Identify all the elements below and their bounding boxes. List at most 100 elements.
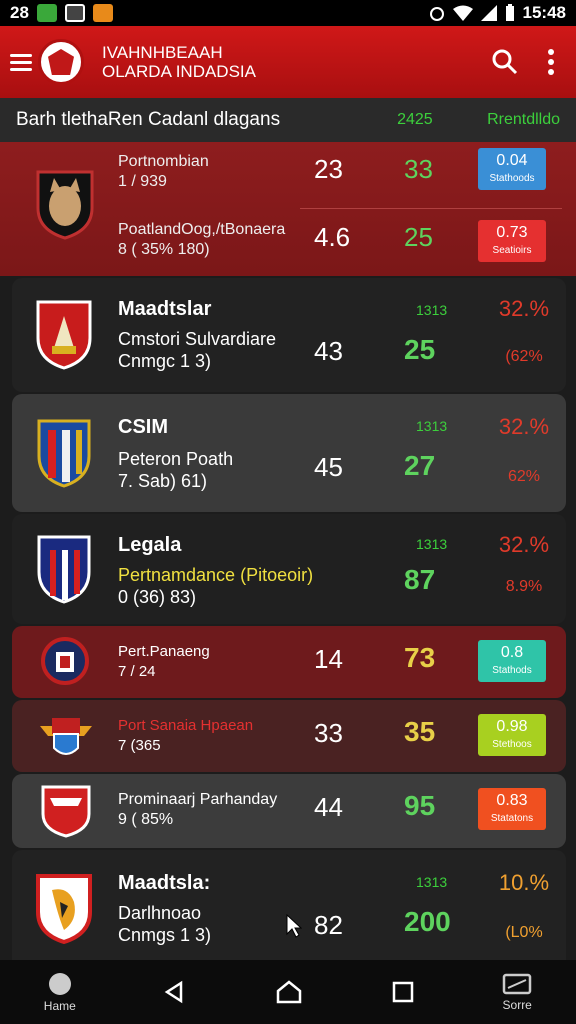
home-icon[interactable] [275,979,303,1005]
badge-label: Stethoos [492,739,532,750]
section-header: Barh tlethaRen Cadanl dlagans 2425 Rrent… [0,98,576,142]
team-name: Port Sanaia Hpaean [118,717,254,734]
percentage-sub: (L0% [505,924,543,941]
percentage: 32.% [498,532,550,557]
badge-label: Stathoods [489,173,535,184]
score-primary: 14 [314,644,343,674]
score-primary: 45 [314,452,343,482]
score-secondary: 25 [404,334,436,365]
recent-apps-icon[interactable] [391,980,415,1004]
score-secondary: 25 [404,222,433,252]
app-notification-icon [36,4,57,22]
featured-block[interactable]: Portnombian 1 / 939 23 33 0.04 Stathoods… [0,142,576,276]
app-bar: IVAHNHBEAAH OLARDA INDADSIA [0,26,576,98]
signal-icon [480,5,497,21]
badge-value: 0.98 [496,718,528,735]
score-secondary: 33 [404,154,433,184]
eagle-shield-icon [34,872,94,944]
small-stat: 1313 [416,874,448,890]
score-primary: 82 [314,910,343,940]
team-record: 0 (36) 83) [118,587,197,607]
team-name: Pert.Panaeng [118,643,210,660]
home-ball-icon [48,973,71,995]
blue-red-shield-icon [36,534,92,604]
badge-value: 0.83 [496,792,528,809]
score-secondary: 87 [404,564,436,595]
team-record: 8 ( 35% 180) [118,241,210,258]
percentage: 32.% [498,296,550,321]
back-icon[interactable] [163,980,187,1004]
badge-label: Statatons [490,813,534,824]
stat-badge[interactable]: 0.73 Seatioirs [478,220,546,262]
team-record: Cnmgc 1 3) [118,351,212,371]
percentage-sub: 62% [507,468,541,485]
score-primary: 44 [314,792,343,822]
score-primary: 43 [314,336,343,366]
more-options-icon[interactable] [548,49,554,75]
percentage-sub: (62% [505,348,543,365]
status-time-right: 15:48 [522,3,566,22]
team-name: PoatlandOog,/tBonaera [118,221,286,238]
small-stat: 1313 [416,418,448,434]
team-venue: Cmstori Sulvardiare [118,329,277,349]
small-stat: 1313 [416,302,448,318]
badge-value: 0.04 [496,152,528,169]
section-title: Barh tlethaRen Cadanl dlagans [16,109,281,130]
match-row[interactable]: Prominaarj Parhanday 9 ( 85% 44 95 0.83 … [12,774,566,848]
app-title-line2: OLARDA INDADSIA [102,62,256,81]
nav-score-label: Sorre [502,998,532,1012]
column-header-results: Rrentdlldo [487,111,560,128]
team-card[interactable]: Legala Pertnamdance (Pitoeoir) 0 (36) 83… [12,514,566,624]
score-secondary: 27 [404,450,436,481]
badge-label: Stathods [492,665,532,676]
team-card[interactable]: Maadtslar Cmstori Sulvardiare Cnmgc 1 3)… [12,278,566,392]
stat-badge[interactable]: 0.83 Statatons [478,788,546,830]
team-record: 7. Sab) 61) [118,471,208,491]
score-secondary: 73 [404,642,436,673]
team-record: 7 / 24 [118,663,156,680]
alarm-icon [429,7,444,21]
badge-label: Seatioirs [492,245,532,256]
score-secondary: 95 [404,790,436,821]
featured-row-2[interactable]: PoatlandOog,/tBonaera 8 ( 35% 180) 4.6 2… [0,216,576,278]
status-time-left: 28 [10,3,29,22]
search-icon[interactable] [492,49,518,75]
team-venue: Peteron Poath [118,449,234,469]
percentage: 10.% [498,870,550,895]
team-record: Cnmgs 1 3) [118,925,212,945]
stat-badge[interactable]: 0.8 Stathods [478,640,546,682]
menu-icon[interactable] [10,53,32,71]
scoreboard-icon [502,973,532,995]
battery-icon [505,4,514,21]
team-record: 9 ( 85% [118,811,174,828]
app-notification-icon-2 [92,4,113,22]
featured-row-1[interactable]: Portnombian 1 / 939 23 33 0.04 Stathoods [0,148,576,212]
wifi-icon [452,5,473,21]
app-logo [38,39,84,85]
match-row[interactable]: Port Sanaia Hpaean 7 (365 33 35 0.98 Ste… [12,700,566,772]
score-secondary: 200 [404,906,451,937]
team-venue: Pertnamdance (Pitoeoir) [118,565,314,585]
score-primary: 33 [314,718,343,748]
column-header-year: 2425 [397,111,433,128]
round-crest-icon [40,636,90,686]
stat-badge[interactable]: 0.98 Stethoos [478,714,546,756]
red-shield-icon [40,784,92,838]
percentage-sub: 8.9% [505,578,543,595]
bottom-navigation: Hame Sorre [0,960,576,1024]
nav-home[interactable]: Hame [44,971,76,1013]
team-name: Maadtslar [118,298,212,320]
badge-value: 0.8 [500,644,524,661]
score-primary: 23 [314,154,343,184]
team-name: Prominaarj Parhanday [118,791,278,808]
score-primary: 4.6 [314,222,351,252]
stat-badge[interactable]: 0.04 Stathoods [478,148,546,190]
team-name: Legala [118,534,182,556]
percentage: 32.% [498,414,550,439]
app-title-line1: IVAHNHBEAAH [102,43,223,62]
team-card[interactable]: CSIM Peteron Poath 7. Sab) 61) 45 27 131… [12,394,566,512]
nav-score[interactable]: Sorre [502,972,532,1012]
status-bar: 28 15:48 [0,0,576,26]
team-card[interactable]: Maadtsla: Darlhnoao Cnmgs 1 3) 82 200 13… [12,850,566,960]
match-row[interactable]: Pert.Panaeng 7 / 24 14 73 0.8 Stathods [12,626,566,698]
